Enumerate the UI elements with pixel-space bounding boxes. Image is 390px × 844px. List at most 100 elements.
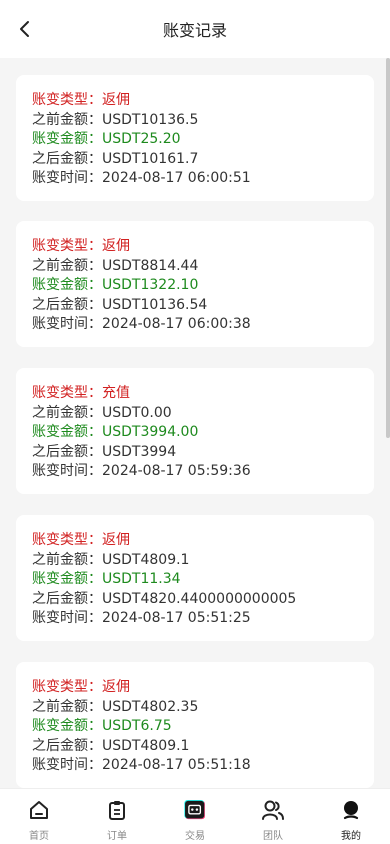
time-label: 账变时间： [32,170,102,186]
after-label: 之后金额： [32,443,102,460]
before-label: 之前金额： [32,404,102,421]
tab-label: 交易 [185,831,205,842]
after-value: USDT3994 [102,443,177,460]
after-label: 之后金额： [32,150,102,167]
record-time-row: 账变时间： 2024-08-17 05:51:18 [32,756,374,776]
record-card: 账变类型： 返佣 之前金额： USDT4802.35 账变金额： USDT6.75 之… [16,662,374,788]
delta-label: 账变金额： [32,424,102,440]
record-card: 账变类型： 返佣 之前金额： USDT4809.1 账变金额： USDT11.34 之… [16,515,374,641]
time-label: 账变时间： [32,463,102,479]
after-value: USDT10136.54 [102,296,208,313]
time-value: 2024-08-17 05:51:18 [102,757,251,773]
before-value: USDT10136.5 [102,111,199,128]
before-label: 之前金额： [32,698,102,715]
tab-label: 首页 [29,831,49,842]
bottom-tab-bar: 首页 订单 交易 团队 我的 [0,788,390,844]
tab-label: 我的 [341,831,361,842]
tab-home[interactable]: 首页 [0,789,78,844]
robot-icon [182,797,208,823]
after-value: USDT4809.1 [102,737,190,754]
after-value: USDT4820.4400000000005 [102,590,297,607]
back-button[interactable] [14,17,36,41]
time-label: 账变时间： [32,757,102,773]
after-label: 之后金额： [32,296,102,313]
scrollbar[interactable] [386,58,390,438]
delta-value: USDT6.75 [102,718,172,734]
record-card: 账变类型： 返佣 之前金额： USDT10136.5 账变金额： USDT25.20 … [16,75,374,201]
type-value: 返佣 [102,532,130,548]
delta-value: USDT3994.00 [102,424,199,440]
tab-mine[interactable]: 我的 [312,789,390,844]
record-time-row: 账变时间： 2024-08-17 06:00:51 [32,169,374,189]
record-after-row: 之后金额： USDT4820.4400000000005 [32,590,374,610]
before-value: USDT4802.35 [102,698,199,715]
delta-value: USDT1322.10 [102,277,199,293]
tab-label: 团队 [263,831,283,842]
record-time-row: 账变时间： 2024-08-17 06:00:38 [32,315,374,335]
record-delta-row: 账变金额： USDT25.20 [32,130,374,150]
record-after-row: 之后金额： USDT3994 [32,443,374,463]
chevron-left-icon [20,21,29,37]
team-icon [260,797,286,823]
record-before-row: 之前金额： USDT10136.5 [32,111,374,131]
tab-trade[interactable]: 交易 [156,789,234,844]
type-value: 返佣 [102,92,130,108]
record-type-row: 账变类型： 返佣 [32,531,374,551]
before-value: USDT4809.1 [102,551,190,568]
delta-label: 账变金额： [32,277,102,293]
after-label: 之后金额： [32,737,102,754]
type-value: 返佣 [102,238,130,254]
record-after-row: 之后金额： USDT10136.54 [32,296,374,316]
record-card: 账变类型： 充值 之前金额： USDT0.00 账变金额： USDT3994.00 之… [16,368,374,494]
record-type-row: 账变类型： 充值 [32,384,374,404]
record-after-row: 之后金额： USDT4809.1 [32,737,374,757]
delta-value: USDT25.20 [102,131,181,147]
time-label: 账变时间： [32,316,102,332]
type-value: 返佣 [102,679,130,695]
tab-label: 订单 [107,831,127,842]
record-delta-row: 账变金额： USDT3994.00 [32,423,374,443]
page-header: 账变记录 [0,0,390,58]
record-before-row: 之前金额： USDT0.00 [32,404,374,424]
before-label: 之前金额： [32,257,102,274]
before-label: 之前金额： [32,111,102,128]
home-icon [26,797,52,823]
delta-label: 账变金额： [32,571,102,587]
record-after-row: 之后金额： USDT10161.7 [32,150,374,170]
tab-team[interactable]: 团队 [234,789,312,844]
time-value: 2024-08-17 05:59:36 [102,463,251,479]
type-value: 充值 [102,385,130,401]
record-delta-row: 账变金额： USDT1322.10 [32,276,374,296]
before-label: 之前金额： [32,551,102,568]
record-card: 账变类型： 返佣 之前金额： USDT8814.44 账变金额： USDT1322.1… [16,221,374,347]
time-label: 账变时间： [32,610,102,626]
record-delta-row: 账变金额： USDT11.34 [32,570,374,590]
user-icon [338,797,364,823]
delta-label: 账变金额： [32,718,102,734]
clipboard-icon [104,797,130,823]
delta-label: 账变金额： [32,131,102,147]
type-label: 账变类型： [32,385,102,401]
record-before-row: 之前金额： USDT4809.1 [32,551,374,571]
time-value: 2024-08-17 05:51:25 [102,610,251,626]
type-label: 账变类型： [32,679,102,695]
record-type-row: 账变类型： 返佣 [32,91,374,111]
before-value: USDT0.00 [102,404,172,421]
record-type-row: 账变类型： 返佣 [32,237,374,257]
after-value: USDT10161.7 [102,150,199,167]
time-value: 2024-08-17 06:00:38 [102,316,251,332]
record-time-row: 账变时间： 2024-08-17 05:51:25 [32,609,374,629]
record-before-row: 之前金额： USDT8814.44 [32,257,374,277]
page-title: 账变记录 [162,21,227,40]
time-value: 2024-08-17 06:00:51 [102,170,251,186]
tab-orders[interactable]: 订单 [78,789,156,844]
type-label: 账变类型： [32,92,102,108]
record-time-row: 账变时间： 2024-08-17 05:59:36 [32,462,374,482]
before-value: USDT8814.44 [102,257,199,274]
record-type-row: 账变类型： 返佣 [32,678,374,698]
record-list[interactable]: 账变类型： 返佣 之前金额： USDT10136.5 账变金额： USDT25.20 … [0,58,390,788]
delta-value: USDT11.34 [102,571,181,587]
record-before-row: 之前金额： USDT4802.35 [32,698,374,718]
record-delta-row: 账变金额： USDT6.75 [32,717,374,737]
after-label: 之后金额： [32,590,102,607]
